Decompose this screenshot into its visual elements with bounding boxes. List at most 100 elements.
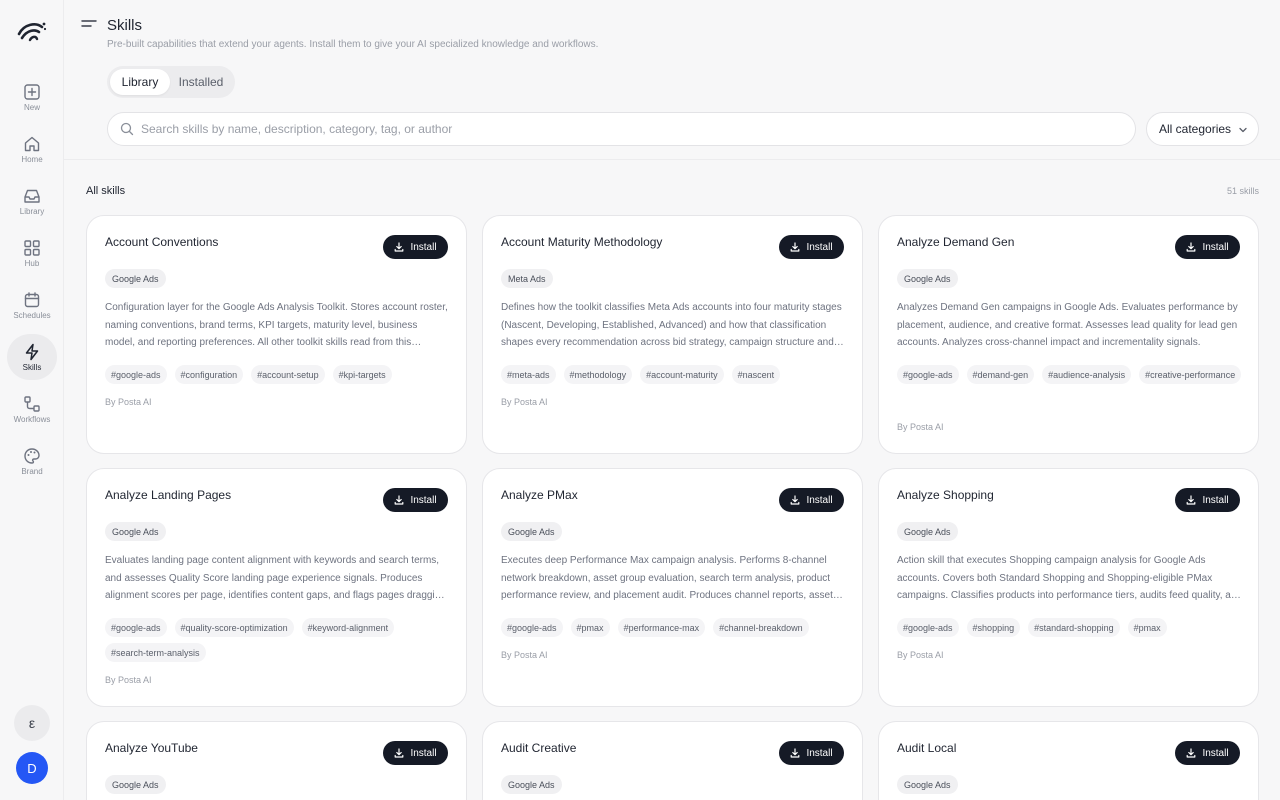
install-button[interactable]: Install — [1175, 235, 1240, 259]
skill-count: 51 skills — [1226, 186, 1259, 196]
palette-icon — [24, 447, 40, 464]
platform-badge: Google Ads — [105, 269, 166, 288]
skill-title: Analyze YouTube — [105, 741, 198, 755]
sidebar-item-new[interactable]: New — [7, 74, 57, 120]
tag[interactable]: #creative-performance — [1139, 365, 1242, 384]
install-button[interactable]: Install — [1175, 741, 1240, 765]
skill-author: By Posta AI — [897, 422, 944, 432]
user-avatar[interactable]: D — [16, 752, 48, 784]
tag[interactable]: #search-term-analysis — [105, 643, 206, 662]
skill-author: By Posta AI — [501, 397, 548, 407]
lightning-icon — [25, 343, 39, 360]
skill-card[interactable]: Analyze Landing Pages Install Google Ads… — [86, 468, 467, 707]
tag[interactable]: #performance-max — [617, 618, 706, 637]
tag[interactable]: #standard-shopping — [1028, 618, 1120, 637]
skill-author: By Posta AI — [105, 675, 152, 685]
skill-description: Evaluates landing page content alignment… — [105, 555, 446, 601]
skill-author: By Posta AI — [897, 650, 944, 660]
brand-logo-icon[interactable] — [16, 18, 48, 46]
sidebar-item-label: New — [23, 102, 40, 112]
sidebar-item-skills[interactable]: Skills — [7, 334, 57, 380]
skill-card[interactable]: Analyze YouTube Install Google Ads — [86, 721, 467, 800]
sidebar-item-brand[interactable]: Brand — [7, 438, 57, 484]
sidebar-item-library[interactable]: Library — [7, 178, 57, 224]
sidebar-item-label: Schedules — [13, 310, 51, 320]
download-icon — [395, 495, 404, 505]
tag-list: #google-ads #shopping #standard-shopping… — [897, 618, 1247, 637]
install-button[interactable]: Install — [383, 741, 448, 765]
tag[interactable]: #google-ads — [105, 365, 167, 384]
tag[interactable]: #pmax — [1127, 618, 1167, 637]
category-dropdown[interactable]: All categories — [1146, 112, 1259, 146]
view-tabs: Library Installed — [107, 66, 235, 98]
platform-badge: Google Ads — [897, 522, 958, 541]
skill-card[interactable]: Analyze Demand Gen Install Google Ads An… — [878, 215, 1259, 454]
sidebar-item-label: Workflows — [13, 414, 51, 424]
skill-card[interactable]: Analyze Shopping Install Google Ads Acti… — [878, 468, 1259, 707]
skill-title: Audit Local — [897, 741, 957, 755]
sidebar-toggle-icon[interactable] — [80, 18, 98, 32]
tag[interactable]: #google-ads — [501, 618, 563, 637]
tag[interactable]: #account-setup — [251, 365, 325, 384]
tag[interactable]: #configuration — [174, 365, 244, 384]
tag[interactable]: #nascent — [731, 365, 781, 384]
platform-badge: Google Ads — [105, 775, 166, 794]
skill-card[interactable]: Audit Local Install Google Ads — [878, 721, 1259, 800]
install-label: Install — [1202, 241, 1229, 253]
skill-author: By Posta AI — [501, 650, 548, 660]
platform-badge: Google Ads — [897, 775, 958, 794]
tag[interactable]: #meta-ads — [501, 365, 556, 384]
page-subtitle: Pre-built capabilities that extend your … — [107, 39, 599, 50]
skill-title: Account Maturity Methodology — [501, 235, 663, 249]
sidebar-item-hub[interactable]: Hub — [7, 230, 57, 276]
download-icon — [395, 748, 404, 758]
install-button[interactable]: Install — [779, 488, 844, 512]
install-label: Install — [806, 494, 833, 506]
skill-description: Action skill that executes Shopping camp… — [897, 555, 1242, 601]
download-icon — [1187, 748, 1196, 758]
install-button[interactable]: Install — [779, 741, 844, 765]
skill-card[interactable]: Account Maturity Methodology Install Met… — [482, 215, 863, 454]
sidebar-item-label: Library — [19, 206, 45, 216]
tag[interactable]: #audience-analysis — [1042, 365, 1132, 384]
tab-installed[interactable]: Installed — [170, 69, 232, 95]
skill-card[interactable]: Analyze PMax Install Google Ads Executes… — [482, 468, 863, 707]
install-label: Install — [410, 241, 437, 253]
tag-list: #meta-ads #methodology #account-maturity… — [501, 365, 851, 384]
install-button[interactable]: Install — [1175, 488, 1240, 512]
skill-card[interactable]: Audit Creative Install Google Ads — [482, 721, 863, 800]
tag[interactable]: #account-maturity — [640, 365, 724, 384]
tag[interactable]: #demand-gen — [966, 365, 1035, 384]
tag[interactable]: #shopping — [966, 618, 1021, 637]
install-label: Install — [410, 494, 437, 506]
assistant-chip-button[interactable]: ε — [14, 705, 50, 741]
tag[interactable]: #google-ads — [897, 365, 959, 384]
tag[interactable]: #keyword-alignment — [301, 618, 395, 637]
calendar-icon — [24, 291, 40, 307]
tag[interactable]: #kpi-targets — [332, 365, 392, 384]
install-button[interactable]: Install — [383, 488, 448, 512]
tag[interactable]: #google-ads — [897, 618, 959, 637]
download-icon — [395, 242, 404, 252]
install-button[interactable]: Install — [383, 235, 448, 259]
tab-library[interactable]: Library — [110, 69, 170, 95]
sidebar: New Home Library Hub Schedules Skills Wo… — [0, 0, 64, 800]
tag[interactable]: #methodology — [563, 365, 633, 384]
install-button[interactable]: Install — [779, 235, 844, 259]
category-dropdown-value: All categories — [1159, 122, 1232, 136]
tag[interactable]: #pmax — [570, 618, 610, 637]
sidebar-item-workflows[interactable]: Workflows — [7, 386, 57, 432]
sidebar-item-schedules[interactable]: Schedules — [7, 282, 57, 328]
tag[interactable]: #quality-score-optimization — [174, 618, 294, 637]
search-input[interactable] — [141, 122, 1121, 136]
sidebar-item-home[interactable]: Home — [7, 126, 57, 172]
sidebar-item-label: Hub — [24, 258, 40, 268]
skill-card[interactable]: Account Conventions Install Google Ads C… — [86, 215, 467, 454]
tag[interactable]: #google-ads — [105, 618, 167, 637]
skill-title: Analyze Demand Gen — [897, 235, 1015, 249]
tag[interactable]: #channel-breakdown — [713, 618, 809, 637]
skill-title: Analyze Landing Pages — [105, 488, 232, 502]
header-divider — [64, 159, 1280, 160]
grid-icon — [24, 239, 40, 256]
download-icon — [791, 242, 800, 252]
